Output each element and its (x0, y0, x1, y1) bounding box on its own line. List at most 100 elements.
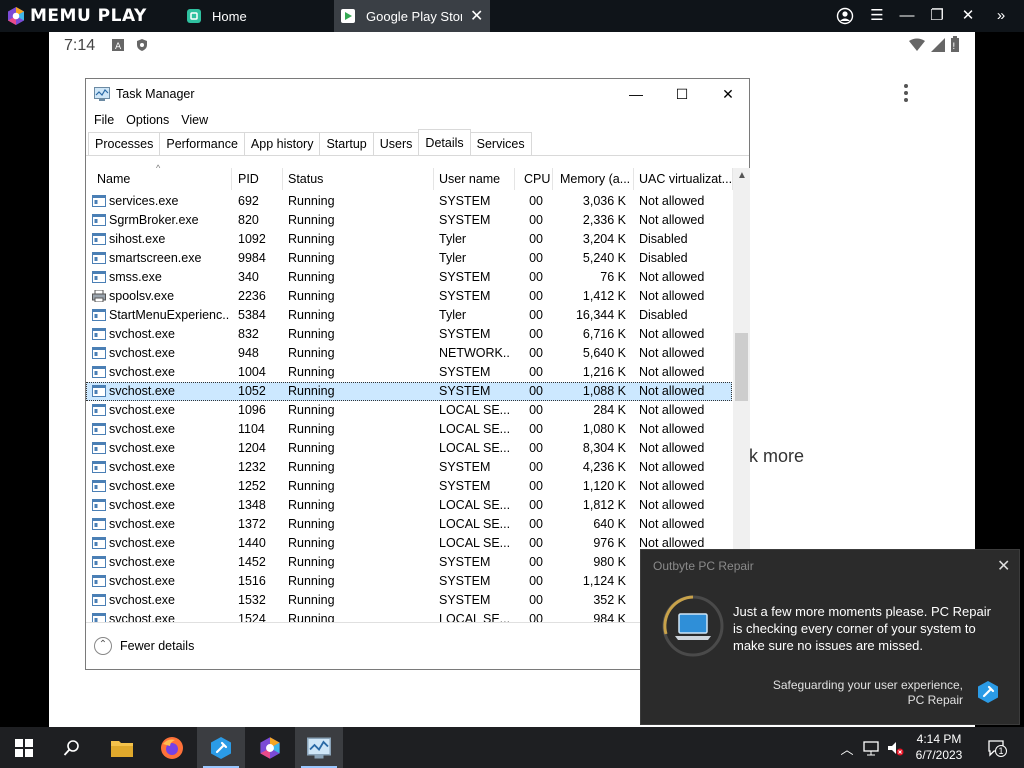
cell-cpu: 00 (529, 555, 543, 569)
column-separator[interactable] (282, 168, 283, 190)
column-separator[interactable] (514, 168, 515, 190)
cell-status: Running (288, 270, 335, 284)
cell-name: svchost.exe (109, 479, 176, 493)
taskbar-memu[interactable] (246, 727, 294, 768)
table-row[interactable]: smss.exe 340 Running SYSTEM 00 76 K Not allowe… (86, 268, 732, 287)
table-row[interactable]: smartscreen.exe 9984 Running Tyler 00 5,240 K… (86, 249, 732, 268)
taskbar-clock[interactable]: 4:14 PM 6/7/2023 (910, 731, 968, 763)
tab-services[interactable]: Services (469, 132, 532, 155)
table-row[interactable]: svchost.exe 1252 Running SYSTEM 00 1,120 K Not… (86, 477, 732, 496)
search-button[interactable] (48, 727, 96, 768)
fewer-details-label: Fewer details (120, 639, 195, 653)
cell-memory: 8,304 K (582, 441, 626, 455)
tab-details[interactable]: Details (418, 129, 471, 155)
cell-pid: 1532 (238, 593, 266, 607)
table-row[interactable]: svchost.exe 1104 Running LOCAL SE... 00 1,080… (86, 420, 732, 439)
table-row[interactable]: svchost.exe 1532 Running SYSTEM 00 352 K (86, 591, 732, 610)
start-button[interactable] (0, 727, 48, 768)
fewer-details-button[interactable]: ⌃ Fewer details (94, 637, 194, 655)
close-button[interactable]: ✕ (705, 79, 751, 109)
table-row[interactable]: SgrmBroker.exe 820 Running SYSTEM 00 2,336 K N… (86, 211, 732, 230)
taskbar-file-explorer[interactable] (98, 727, 146, 768)
close-icon[interactable]: ✕ (959, 7, 977, 25)
column-separator[interactable] (633, 168, 634, 190)
pc-repair-notification[interactable]: Outbyte PC Repair ✕ Just a few more mome… (640, 549, 1020, 725)
tab-users[interactable]: Users (372, 132, 420, 155)
table-row[interactable]: svchost.exe 1372 Running LOCAL SE... 00 640 K… (86, 515, 732, 534)
cell-uac: Not allowed (639, 346, 705, 360)
menu-icon[interactable]: ☰ (868, 7, 886, 25)
column-header-pid[interactable]: PID (238, 172, 259, 186)
column-header-status[interactable]: Status (288, 172, 323, 186)
cell-name: svchost.exe (109, 612, 176, 622)
table-row[interactable]: svchost.exe 1052 Running SYSTEM 00 1,088 K Not… (86, 382, 732, 401)
table-row[interactable]: svchost.exe 1204 Running LOCAL SE... 00 8,304… (86, 439, 732, 458)
tab-startup[interactable]: Startup (319, 132, 374, 155)
action-center-button[interactable]: 1 (983, 739, 1009, 757)
menu-options[interactable]: Options (126, 113, 169, 127)
account-icon[interactable] (836, 7, 854, 25)
taskbar-pc-repair[interactable] (197, 727, 245, 768)
cell-name: services.exe (109, 194, 179, 208)
minimize-icon[interactable]: — (898, 7, 916, 25)
tab-home[interactable]: Home (180, 0, 330, 32)
column-header-user-name[interactable]: User name (439, 172, 500, 186)
expand-sidebar-icon[interactable]: » (992, 7, 1010, 25)
restore-icon[interactable]: ❐ (928, 7, 946, 25)
table-row[interactable]: StartMenuExperienc... 5384 Running Tyler 00 1… (86, 306, 732, 325)
cell-uac: Disabled (639, 308, 688, 322)
table-row[interactable]: spoolsv.exe 2236 Running SYSTEM 00 1,412 K Not… (86, 287, 732, 306)
minimize-button[interactable]: — (613, 79, 659, 109)
cell-uac: Not allowed (639, 498, 705, 512)
cell-cpu: 00 (529, 365, 543, 379)
scrollbar-thumb[interactable] (735, 333, 748, 401)
column-header-uac[interactable]: UAC virtualizat... (639, 172, 732, 186)
cell-user-name: SYSTEM (439, 289, 491, 303)
table-row[interactable]: services.exe 692 Running SYSTEM 00 3,036 K Not… (86, 192, 732, 211)
cell-pid: 1516 (238, 574, 266, 588)
column-header-memory[interactable]: Memory (a... (560, 172, 630, 186)
volume-muted-icon[interactable] (886, 739, 904, 757)
taskbar-task-manager[interactable] (295, 727, 343, 768)
table-row[interactable]: svchost.exe 1524 Running LOCAL SE... 00 984 K (86, 610, 732, 622)
table-row[interactable]: svchost.exe 832 Running SYSTEM 00 6,716 K Not … (86, 325, 732, 344)
tab-processes[interactable]: Processes (88, 132, 161, 155)
network-icon[interactable] (862, 739, 880, 757)
process-icon (92, 214, 106, 226)
android-status-bar: 7:14 A ! (49, 32, 975, 60)
menu-file[interactable]: File (94, 113, 114, 127)
taskbar-firefox[interactable] (148, 727, 196, 768)
task-manager-taskbar-icon (307, 737, 331, 758)
tab-performance[interactable]: Performance (159, 132, 245, 155)
tab-app-history[interactable]: App history (243, 132, 321, 155)
table-row[interactable]: svchost.exe 1004 Running SYSTEM 00 1,216 K Not… (86, 363, 732, 382)
tab-google-play-store[interactable]: Google Play Store ✕ (334, 0, 490, 32)
task-manager-titlebar[interactable]: Task Manager — ☐ ✕ (86, 79, 749, 109)
column-separator[interactable] (552, 168, 553, 190)
show-hidden-icons-icon[interactable]: ︿ (838, 739, 856, 757)
cell-user-name: LOCAL SE... (439, 422, 509, 436)
column-header-name[interactable]: Name (97, 172, 130, 186)
cell-name: svchost.exe (109, 460, 176, 474)
notification-a-icon: A (112, 39, 124, 51)
column-separator[interactable] (231, 168, 232, 190)
maximize-button[interactable]: ☐ (659, 79, 705, 109)
table-row[interactable]: svchost.exe 1440 Running LOCAL SE... 00 976 K… (86, 534, 732, 553)
table-row[interactable]: sihost.exe 1092 Running Tyler 00 3,204 K Disab… (86, 230, 732, 249)
table-row[interactable]: svchost.exe 1516 Running SYSTEM 00 1,124 K (86, 572, 732, 591)
menu-view[interactable]: View (181, 113, 208, 127)
table-row[interactable]: svchost.exe 1232 Running SYSTEM 00 4,236 K Not… (86, 458, 732, 477)
table-row[interactable]: svchost.exe 948 Running NETWORK... 00 5,640 K… (86, 344, 732, 363)
process-icon (92, 233, 106, 245)
column-separator[interactable] (433, 168, 434, 190)
table-row[interactable]: svchost.exe 1452 Running SYSTEM 00 980 K (86, 553, 732, 572)
column-header-cpu[interactable]: CPU (524, 172, 550, 186)
show-more-link[interactable]: k more (749, 446, 804, 467)
table-row[interactable]: svchost.exe 1348 Running LOCAL SE... 00 1,812… (86, 496, 732, 515)
scroll-up-icon[interactable]: ▲ (737, 170, 747, 181)
more-options-icon[interactable] (901, 82, 911, 104)
cell-uac: Not allowed (639, 460, 705, 474)
table-row[interactable]: svchost.exe 1096 Running LOCAL SE... 00 284 K… (86, 401, 732, 420)
close-tab-icon[interactable]: ✕ (470, 6, 483, 26)
close-icon[interactable]: ✕ (997, 556, 1010, 576)
